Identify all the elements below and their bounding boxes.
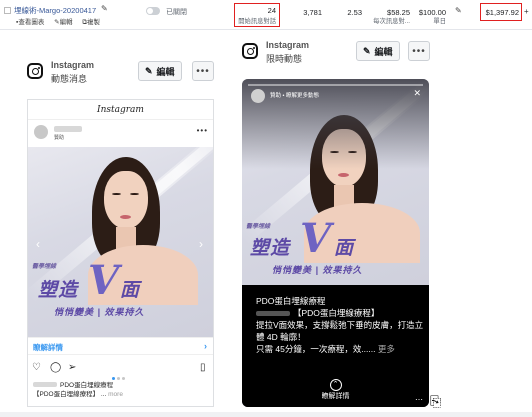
pencil-icon[interactable]: ✎ — [455, 6, 462, 15]
edit-button[interactable]: ✎ 編輯 — [138, 61, 182, 81]
post-header: 贊助 ••• — [28, 120, 213, 146]
learn-more-cta[interactable]: ⌃ 瞭解詳情 — [242, 379, 429, 401]
model-eye — [112, 193, 121, 195]
row-actions: ▪查看圖表 ✎編輯 ⧉複製 — [16, 16, 108, 27]
slogan: 悄悄變美 | 效果持久 — [54, 307, 145, 317]
headline-v: V — [88, 257, 120, 304]
chevron-right-icon: › — [204, 341, 207, 351]
chevron-right-icon[interactable]: › — [199, 237, 203, 251]
send-icon[interactable]: ➢ — [68, 362, 76, 373]
model-eye — [130, 193, 139, 195]
platform-label: Instagram — [266, 40, 310, 50]
frequency-value: 2.53 — [347, 8, 362, 17]
slogan: 悄悄變美 | 效果持久 — [272, 265, 363, 275]
results-value: 24 — [267, 6, 276, 15]
duplicate-link[interactable]: ⧉複製 — [82, 19, 104, 26]
ad-name[interactable]: 埋線術-Margo-20200417 — [14, 6, 96, 15]
blurred-username — [54, 126, 82, 132]
caption: PDO蛋白埋線療程 【PDO蛋白埋線療程】 ... more — [33, 382, 123, 398]
ad-table-row[interactable]: 埋線術-Margo-20200417 ✎ ▪查看圖表 ✎編輯 ⧉複製 已關閉 2… — [0, 0, 532, 30]
instagram-wordmark: Instagram — [28, 100, 213, 120]
instagram-icon — [242, 43, 258, 59]
avatar — [34, 125, 48, 139]
placement-label: 限時動態 — [266, 54, 303, 64]
headline-v: V — [300, 215, 332, 262]
tagline: 醫學埋線 — [246, 224, 271, 230]
comment-icon[interactable]: ◯ — [50, 362, 61, 373]
budget-label: 單日 — [433, 18, 446, 25]
model-lips — [120, 215, 131, 219]
pencil-icon: ✎ — [145, 65, 153, 76]
more-link[interactable]: 更多 — [378, 344, 395, 354]
bookmark-icon[interactable]: ▯ — [200, 362, 206, 373]
cost-per-result-label: 每次訊息對... — [373, 18, 410, 25]
bottom-strip — [0, 412, 532, 417]
view-chart-link[interactable]: ▪查看圖表 — [16, 19, 48, 26]
instagram-icon — [27, 63, 43, 79]
headline-end: 面 — [120, 280, 141, 301]
edit-link[interactable]: ✎編輯 — [54, 19, 76, 26]
row-checkbox[interactable] — [4, 7, 11, 14]
ad-name-link[interactable]: 埋線術-Margo-20200417 — [4, 5, 96, 16]
more-icon[interactable]: ••• — [197, 126, 208, 135]
learn-more-cta[interactable]: 瞭解詳情 › — [28, 337, 213, 355]
reach-value: 3,781 — [303, 8, 322, 17]
headline-word: 塑造 — [250, 238, 291, 259]
copy-cursor-icon: ⎘ — [430, 393, 442, 409]
heart-icon[interactable]: ♡ — [32, 362, 41, 373]
sponsored-label: 贊助 — [54, 135, 65, 141]
headline-word: 塑造 — [38, 280, 79, 301]
platform-label: Instagram — [51, 60, 95, 70]
more-icon[interactable]: ⋯ — [415, 395, 423, 404]
headline-end: 面 — [334, 238, 355, 259]
feed-preview: Instagram 贊助 ••• 醫學埋線 塑造 V 面 悄悄變美 | 效果持久… — [27, 99, 214, 407]
ad-creative-image: 醫學埋線 塑造 V 面 悄悄變美 | 效果持久 ‹ › — [28, 147, 213, 337]
plus-icon[interactable]: + — [524, 7, 529, 16]
delivery-status: 已關閉 — [166, 9, 187, 16]
ad-status-toggle[interactable] — [146, 7, 160, 15]
edit-button[interactable]: ✎ 編輯 — [356, 41, 400, 61]
chevron-up-icon: ⌃ — [329, 379, 342, 391]
chevron-left-icon[interactable]: ‹ — [36, 237, 40, 251]
more-options-button[interactable]: ••• — [408, 41, 430, 61]
amount-spent-value: $1,397.92 — [485, 8, 519, 17]
story-progress-bar — [248, 84, 423, 86]
pencil-icon[interactable]: ✎ — [101, 4, 108, 13]
placement-label: 動態消息 — [51, 74, 88, 84]
pencil-icon: ✎ — [363, 45, 371, 56]
results-label: 開始訊息對話 — [238, 18, 276, 25]
avatar — [251, 89, 265, 103]
story-primary-text: PDO蛋白埋線療程 【PDO蛋白埋線療程】 提拉V面效果，支撐鬆弛下垂的皮膚，打… — [256, 296, 424, 354]
close-icon[interactable]: ✕ — [413, 88, 421, 99]
story-preview: 醫學埋線 塑造 V 面 悄悄變美 | 效果持久 贊助 • 瞭解更多動態 ✕ PD… — [242, 79, 429, 407]
more-options-button[interactable]: ••• — [192, 61, 214, 81]
model-face — [104, 171, 148, 229]
sponsored-label: 贊助 • 瞭解更多動態 — [270, 93, 319, 99]
more-link[interactable]: more — [108, 391, 123, 398]
tagline: 醫學埋線 — [32, 264, 57, 270]
model-lips — [338, 173, 349, 177]
